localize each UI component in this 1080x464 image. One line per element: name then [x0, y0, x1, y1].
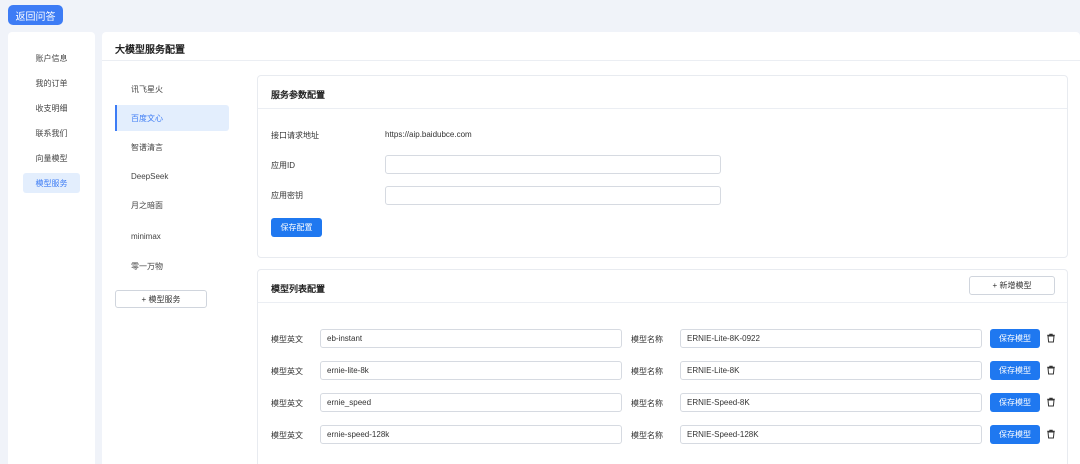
model-name-input[interactable]: ERNIE-Speed-128K: [680, 425, 982, 444]
trash-icon[interactable]: [1046, 333, 1056, 343]
title-divider: [102, 60, 1080, 61]
add-model-button[interactable]: + 新增模型: [969, 276, 1055, 295]
trash-icon[interactable]: [1046, 397, 1056, 407]
save-model-button[interactable]: 保存模型: [990, 361, 1040, 380]
trash-icon[interactable]: [1046, 429, 1056, 439]
trash-icon[interactable]: [1046, 365, 1056, 375]
model-en-label: 模型英文: [271, 367, 303, 376]
sidebar-item-vector-model[interactable]: 向量模型: [23, 148, 80, 168]
endpoint-value: https://aip.baidubce.com: [385, 130, 472, 139]
app-id-label: 应用ID: [271, 161, 295, 170]
provider-item-zhipu[interactable]: 智谱清言: [115, 134, 229, 160]
model-en-input[interactable]: ernie-speed-128k: [320, 425, 622, 444]
provider-item-lingyi[interactable]: 零一万物: [115, 253, 229, 279]
model-en-label: 模型英文: [271, 399, 303, 408]
app-id-input[interactable]: [385, 155, 721, 174]
provider-item-moonshot[interactable]: 月之暗面: [115, 192, 229, 218]
card-divider: [258, 108, 1067, 109]
back-to-chat-button[interactable]: 返回问答: [8, 5, 63, 25]
save-config-button[interactable]: 保存配置: [271, 218, 322, 237]
provider-item-xunfei[interactable]: 讯飞星火: [115, 76, 229, 102]
endpoint-label: 接口请求地址: [271, 131, 319, 140]
sidebar-item-model-service[interactable]: 模型服务: [23, 173, 80, 193]
sidebar-item-transactions[interactable]: 收支明细: [23, 98, 80, 118]
model-name-input[interactable]: ERNIE-Speed-8K: [680, 393, 982, 412]
model-name-label: 模型名称: [631, 367, 663, 376]
model-en-label: 模型英文: [271, 431, 303, 440]
model-name-label: 模型名称: [631, 399, 663, 408]
sidebar-item-account-info[interactable]: 账户信息: [23, 48, 80, 68]
save-model-button[interactable]: 保存模型: [990, 393, 1040, 412]
main-panel: 大模型服务配置 讯飞星火 百度文心 智谱清言 DeepSeek 月之暗面 min…: [102, 32, 1080, 464]
page-title: 大模型服务配置: [115, 45, 185, 56]
provider-item-minimax[interactable]: minimax: [115, 223, 229, 249]
model-en-input[interactable]: ernie_speed: [320, 393, 622, 412]
model-en-label: 模型英文: [271, 335, 303, 344]
model-en-input[interactable]: eb-instant: [320, 329, 622, 348]
model-name-input[interactable]: ERNIE-Lite-8K: [680, 361, 982, 380]
account-sidebar: 账户信息 我的订单 收支明细 联系我们 向量模型 模型服务: [8, 32, 95, 464]
service-config-title: 服务参数配置: [271, 90, 326, 100]
save-model-button[interactable]: 保存模型: [990, 329, 1040, 348]
provider-item-deepseek[interactable]: DeepSeek: [115, 163, 229, 189]
model-name-label: 模型名称: [631, 431, 663, 440]
app-secret-input[interactable]: [385, 186, 721, 205]
service-config-card: 服务参数配置 接口请求地址 https://aip.baidubce.com 应…: [257, 75, 1068, 258]
app-secret-label: 应用密钥: [271, 191, 303, 200]
model-en-input[interactable]: ernie-lite-8k: [320, 361, 622, 380]
sidebar-item-my-orders[interactable]: 我的订单: [23, 73, 80, 93]
add-provider-button[interactable]: + 模型服务: [115, 290, 207, 308]
model-list-title: 模型列表配置: [271, 284, 326, 294]
save-model-button[interactable]: 保存模型: [990, 425, 1040, 444]
model-list-card: 模型列表配置 + 新增模型 模型英文 eb-instant 模型名称 ERNIE…: [257, 269, 1068, 464]
provider-item-baidu[interactable]: 百度文心: [115, 105, 229, 131]
model-name-label: 模型名称: [631, 335, 663, 344]
model-name-input[interactable]: ERNIE-Lite-8K-0922: [680, 329, 982, 348]
sidebar-item-contact-us[interactable]: 联系我们: [23, 123, 80, 143]
card-divider: [258, 302, 1067, 303]
